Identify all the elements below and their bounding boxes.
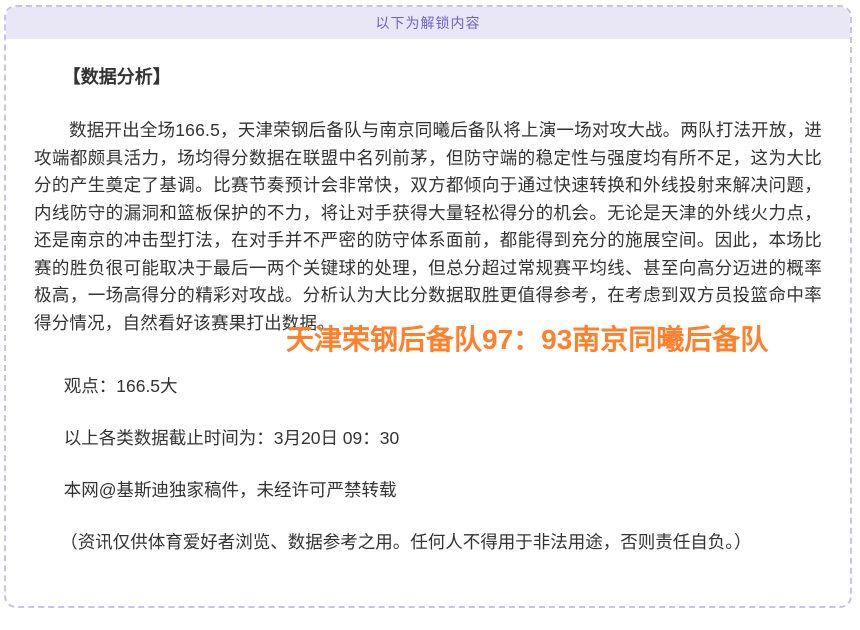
- unlocked-content-box: 以下为解锁内容 【数据分析】 数据开出全场166.5，天津荣钢后备队与南京同曦后…: [4, 5, 852, 608]
- disclaimer-line: （资讯仅供体育爱好者浏览、数据参考之用。任何人不得用于非法用途，否则责任自负。）: [34, 529, 822, 555]
- data-cutoff-line: 以上各类数据截止时间为：3月20日 09：30: [34, 425, 822, 451]
- section-title-data-analysis: 【数据分析】: [34, 63, 822, 89]
- score-prediction: 天津荣钢后备队97：93南京同曦后备队: [286, 323, 822, 357]
- viewpoint-line: 观点：166.5大: [34, 373, 822, 399]
- analysis-paragraph: 数据开出全场166.5，天津荣钢后备队与南京同曦后备队将上演一场对攻大战。两队打…: [34, 117, 822, 337]
- copyright-line: 本网@基斯迪独家稿件，未经许可严禁转载: [34, 477, 822, 503]
- page: 以下为解锁内容 【数据分析】 数据开出全场166.5，天津荣钢后备队与南京同曦后…: [0, 0, 860, 630]
- article-body: 【数据分析】 数据开出全场166.5，天津荣钢后备队与南京同曦后备队将上演一场对…: [6, 63, 850, 555]
- unlock-notice-banner: 以下为解锁内容: [6, 7, 850, 39]
